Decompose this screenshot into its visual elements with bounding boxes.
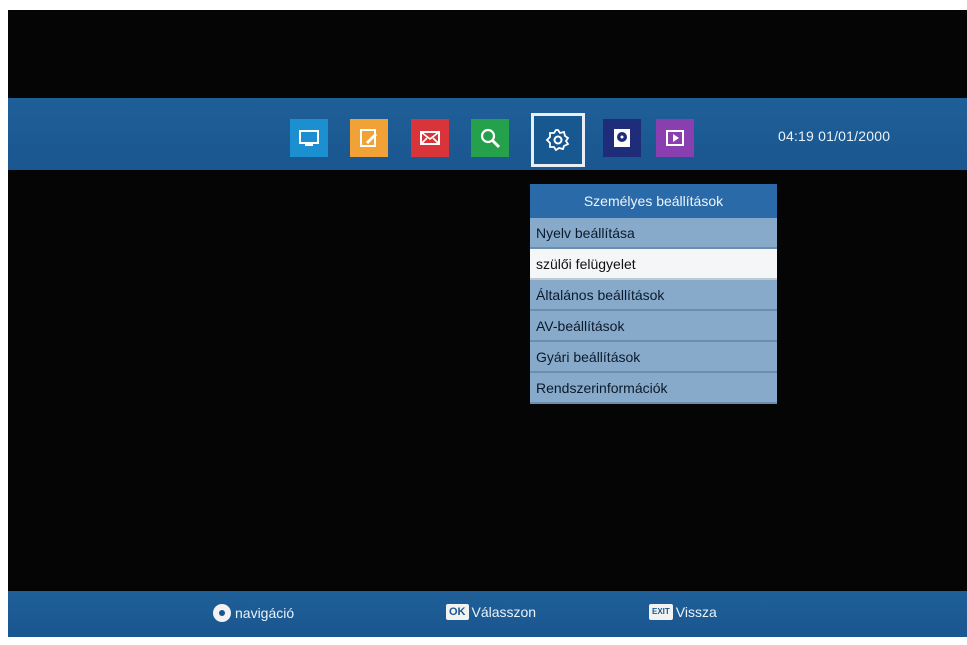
settings-icon[interactable] [531, 113, 585, 167]
media-play-icon[interactable] [656, 119, 694, 157]
menu-item-factory-settings[interactable]: Gyári beállítások [530, 342, 777, 373]
help-bar: navigáció OK Válasszon EXIT Vissza [8, 591, 967, 637]
menu-item-av-settings[interactable]: AV-beállítások [530, 311, 777, 342]
clock: 04:19 01/01/2000 [778, 128, 891, 144]
menu-title: Személyes beállítások [530, 184, 777, 218]
hint-select-label: Válasszon [471, 604, 537, 620]
ok-key-icon: OK [446, 604, 469, 620]
storage-icon[interactable] [603, 119, 641, 157]
menu-item-language[interactable]: Nyelv beállítása [530, 218, 777, 249]
edit-icon[interactable] [350, 119, 388, 157]
settings-submenu: Személyes beállítások Nyelv beállítása s… [530, 184, 777, 404]
exit-key-icon: EXIT [649, 604, 673, 620]
navigation-keys-icon [213, 604, 231, 622]
hint-navigation: navigáció [213, 604, 294, 622]
screen: 04:19 01/01/2000 Személyes beállítások N… [8, 10, 967, 637]
hint-back: EXIT Vissza [649, 604, 717, 620]
hint-select: OK Válasszon [446, 604, 536, 620]
mail-icon[interactable] [411, 119, 449, 157]
menu-item-system-info[interactable]: Rendszerinformációk [530, 373, 777, 404]
tv-icon[interactable] [290, 119, 328, 157]
main-menu-bar: 04:19 01/01/2000 [8, 98, 967, 170]
menu-item-parental-control[interactable]: szülői felügyelet [530, 249, 777, 280]
hint-navigation-label: navigáció [235, 605, 295, 621]
hint-back-label: Vissza [675, 604, 717, 620]
menu-item-general-settings[interactable]: Általános beállítások [530, 280, 777, 311]
search-icon[interactable] [471, 119, 509, 157]
